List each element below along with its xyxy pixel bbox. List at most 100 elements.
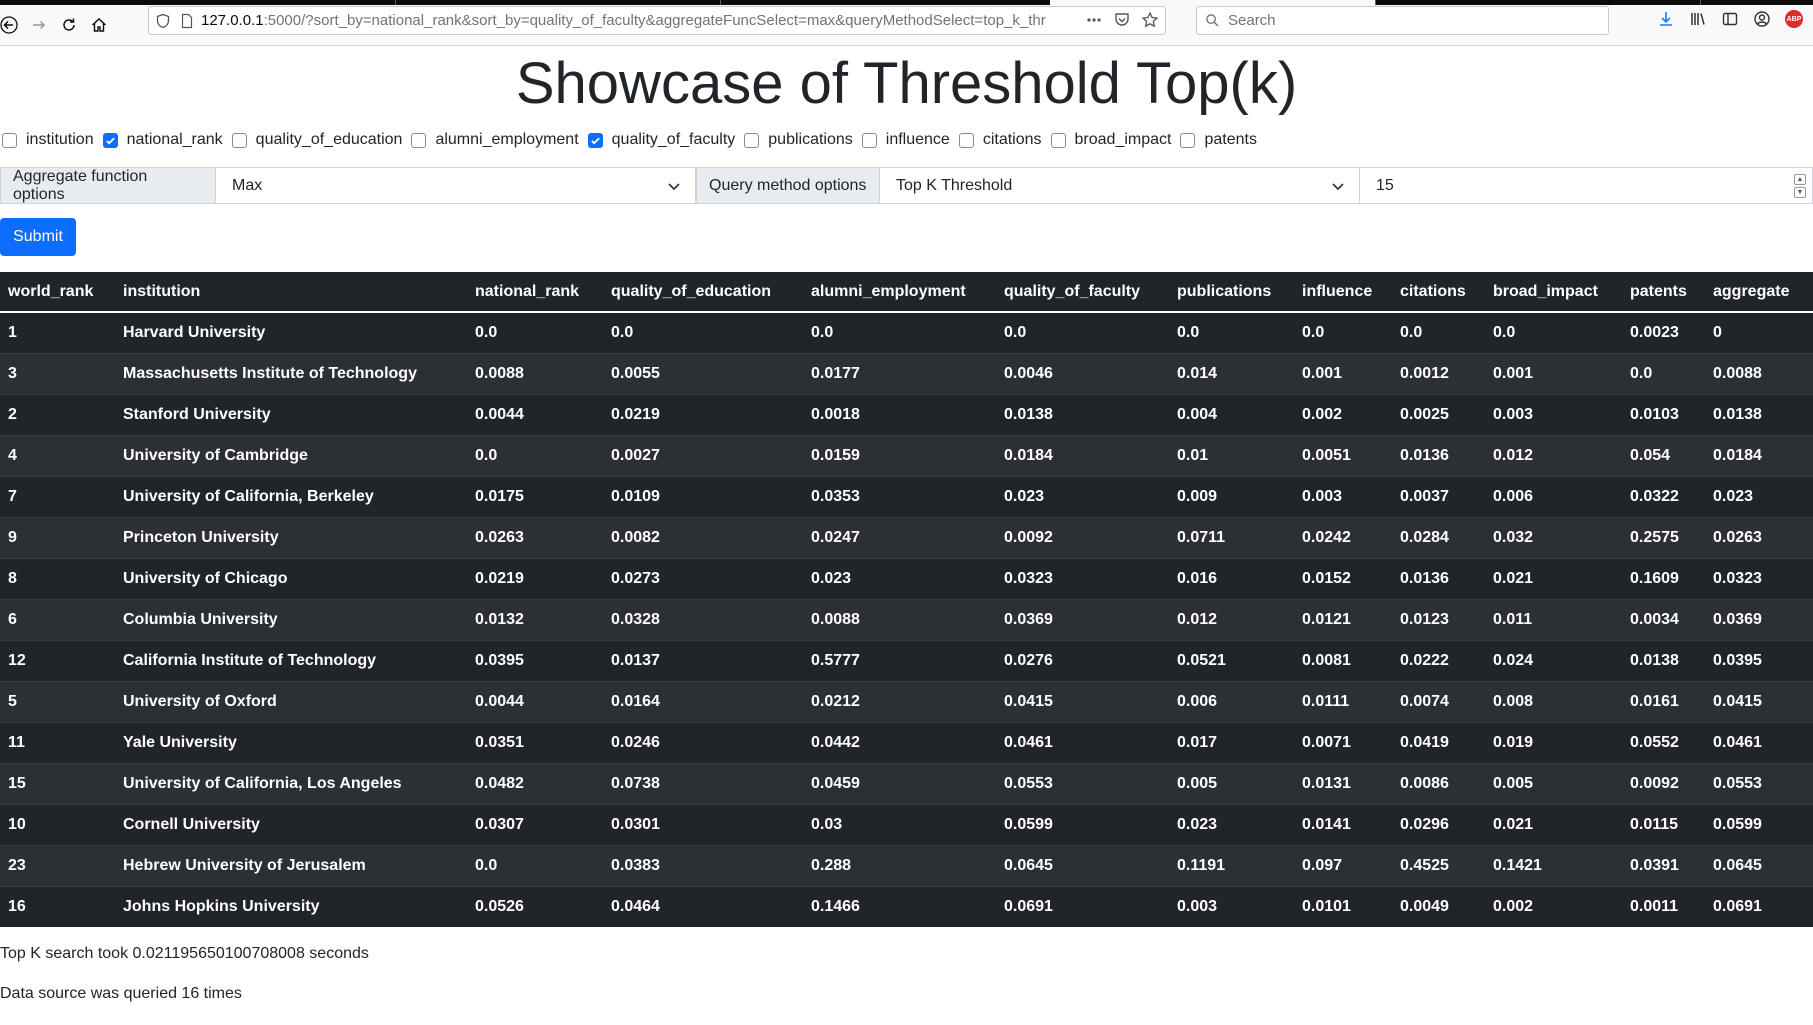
cell-alumni_employment: 0.1466 — [803, 885, 996, 927]
cell-aggregate: 0.0138 — [1705, 393, 1813, 435]
forward-icon[interactable] — [24, 10, 54, 40]
download-icon[interactable] — [1657, 10, 1675, 28]
cell-institution: Columbia University — [115, 598, 467, 640]
cell-quality_of_education: 0.0 — [603, 311, 803, 353]
cell-patents: 0.0552 — [1622, 721, 1705, 763]
checkbox-unchecked-icon[interactable] — [1180, 132, 1196, 148]
cell-institution: Cornell University — [115, 803, 467, 845]
table-row: 6 Columbia University 0.0132 0.0328 0.0088 0.… — [0, 598, 1813, 640]
number-spinner[interactable]: ▲ ▼ — [1794, 173, 1806, 198]
checkbox-patents[interactable]: patents — [1180, 131, 1257, 149]
cell-quality_of_education: 0.0246 — [603, 721, 803, 763]
table-row: 15 University of California, Los Angeles 0… — [0, 762, 1813, 804]
search-icon — [1206, 14, 1219, 27]
checkbox-unchecked-icon[interactable] — [958, 132, 974, 148]
spin-up-icon[interactable]: ▲ — [1794, 173, 1806, 185]
cell-quality_of_education: 0.0738 — [603, 762, 803, 804]
cell-aggregate: 0.0415 — [1705, 680, 1813, 722]
cell-publications: 0.023 — [1169, 803, 1294, 845]
spin-down-icon[interactable]: ▼ — [1794, 186, 1806, 198]
column-checkbox-group: institution national_rank quality_of_educa… — [0, 126, 1813, 154]
cell-citations: 0.0049 — [1392, 885, 1485, 927]
cell-world_rank: 2 — [0, 393, 115, 435]
cell-publications: 0.014 — [1169, 352, 1294, 394]
toolbar-icons: ABP — [1657, 10, 1803, 28]
cell-world_rank: 11 — [0, 721, 115, 763]
star-icon[interactable] — [1141, 11, 1159, 29]
cell-alumni_employment: 0.0212 — [803, 680, 996, 722]
cell-influence: 0.0071 — [1294, 721, 1392, 763]
checkbox-quality_of_education[interactable]: quality_of_education — [231, 131, 402, 149]
query-method-select[interactable]: Top K Threshold — [880, 167, 1360, 204]
k-number-input[interactable]: 15 ▲ ▼ — [1360, 167, 1813, 204]
cell-world_rank: 10 — [0, 803, 115, 845]
checkbox-unchecked-icon[interactable] — [744, 132, 760, 148]
cell-quality_of_faculty: 0.0184 — [996, 434, 1169, 476]
checkbox-citations[interactable]: citations — [958, 131, 1042, 149]
cell-aggregate: 0.0184 — [1705, 434, 1813, 476]
account-icon[interactable] — [1753, 10, 1771, 28]
checkbox-checked-icon[interactable] — [102, 132, 118, 148]
checkbox-publications[interactable]: publications — [744, 131, 853, 149]
home-icon[interactable] — [84, 10, 114, 40]
query-method-value: Top K Threshold — [896, 176, 1013, 194]
sidebar-icon[interactable] — [1721, 10, 1739, 28]
checkbox-institution[interactable]: institution — [2, 131, 94, 149]
cell-patents: 0.0092 — [1622, 762, 1705, 804]
cell-broad_impact: 0.011 — [1485, 598, 1622, 640]
cell-alumni_employment: 0.0353 — [803, 475, 996, 517]
k-value: 15 — [1376, 176, 1394, 194]
checkbox-broad_impact[interactable]: broad_impact — [1050, 131, 1171, 149]
shield-icon[interactable] — [155, 13, 171, 29]
cell-publications: 0.009 — [1169, 475, 1294, 517]
pocket-icon[interactable] — [1113, 11, 1131, 29]
checkbox-checked-icon[interactable] — [587, 132, 603, 148]
cell-broad_impact: 0.002 — [1485, 885, 1622, 927]
checkbox-quality_of_faculty[interactable]: quality_of_faculty — [587, 131, 735, 149]
adblock-icon[interactable]: ABP — [1785, 10, 1803, 28]
checkbox-alumni_employment[interactable]: alumni_employment — [411, 131, 579, 149]
cell-world_rank: 6 — [0, 598, 115, 640]
cell-citations: 0.0222 — [1392, 639, 1485, 681]
cell-institution: University of California, Los Angeles — [115, 762, 467, 804]
cell-alumni_employment: 0.0177 — [803, 352, 996, 394]
checkbox-label: alumni_employment — [435, 131, 579, 148]
cell-patents: 0.0391 — [1622, 844, 1705, 886]
checkbox-unchecked-icon[interactable] — [1050, 132, 1066, 148]
checkbox-unchecked-icon[interactable] — [231, 132, 247, 148]
checkbox-influence[interactable]: influence — [861, 131, 950, 149]
cell-citations: 0.0136 — [1392, 434, 1485, 476]
cell-quality_of_education: 0.0383 — [603, 844, 803, 886]
aggregate-function-select[interactable]: Max — [216, 167, 696, 204]
cell-institution: Johns Hopkins University — [115, 885, 467, 927]
search-placeholder: Search — [1228, 12, 1276, 29]
checkbox-unchecked-icon[interactable] — [2, 132, 17, 148]
library-icon[interactable] — [1689, 10, 1707, 28]
cell-publications: 0.003 — [1169, 885, 1294, 927]
checkbox-unchecked-icon[interactable] — [861, 132, 877, 148]
more-icon[interactable] — [1085, 11, 1103, 29]
cell-citations: 0.0 — [1392, 311, 1485, 353]
cell-aggregate: 0.0088 — [1705, 352, 1813, 394]
cell-institution: University of Oxford — [115, 680, 467, 722]
search-bar[interactable]: Search — [1196, 6, 1609, 35]
cell-aggregate: 0.0691 — [1705, 885, 1813, 927]
checkbox-unchecked-icon[interactable] — [411, 132, 427, 148]
column-header-patents: patents — [1622, 272, 1705, 313]
cell-citations: 0.4525 — [1392, 844, 1485, 886]
cell-institution: Harvard University — [115, 311, 467, 353]
cell-quality_of_faculty: 0.0323 — [996, 557, 1169, 599]
column-header-quality_of_faculty: quality_of_faculty — [996, 272, 1169, 313]
cell-alumni_employment: 0.0247 — [803, 516, 996, 558]
page-icon — [181, 13, 193, 28]
cell-influence: 0.001 — [1294, 352, 1392, 394]
cell-institution: University of Cambridge — [115, 434, 467, 476]
checkbox-national_rank[interactable]: national_rank — [102, 131, 223, 149]
submit-button[interactable]: Submit — [0, 218, 76, 256]
cell-quality_of_education: 0.0464 — [603, 885, 803, 927]
cell-quality_of_education: 0.0328 — [603, 598, 803, 640]
reload-icon[interactable] — [54, 10, 84, 40]
cell-quality_of_faculty: 0.0415 — [996, 680, 1169, 722]
back-icon[interactable] — [0, 10, 24, 40]
url-bar[interactable]: 127.0.0.1:5000/?sort_by=national_rank&so… — [148, 6, 1166, 35]
